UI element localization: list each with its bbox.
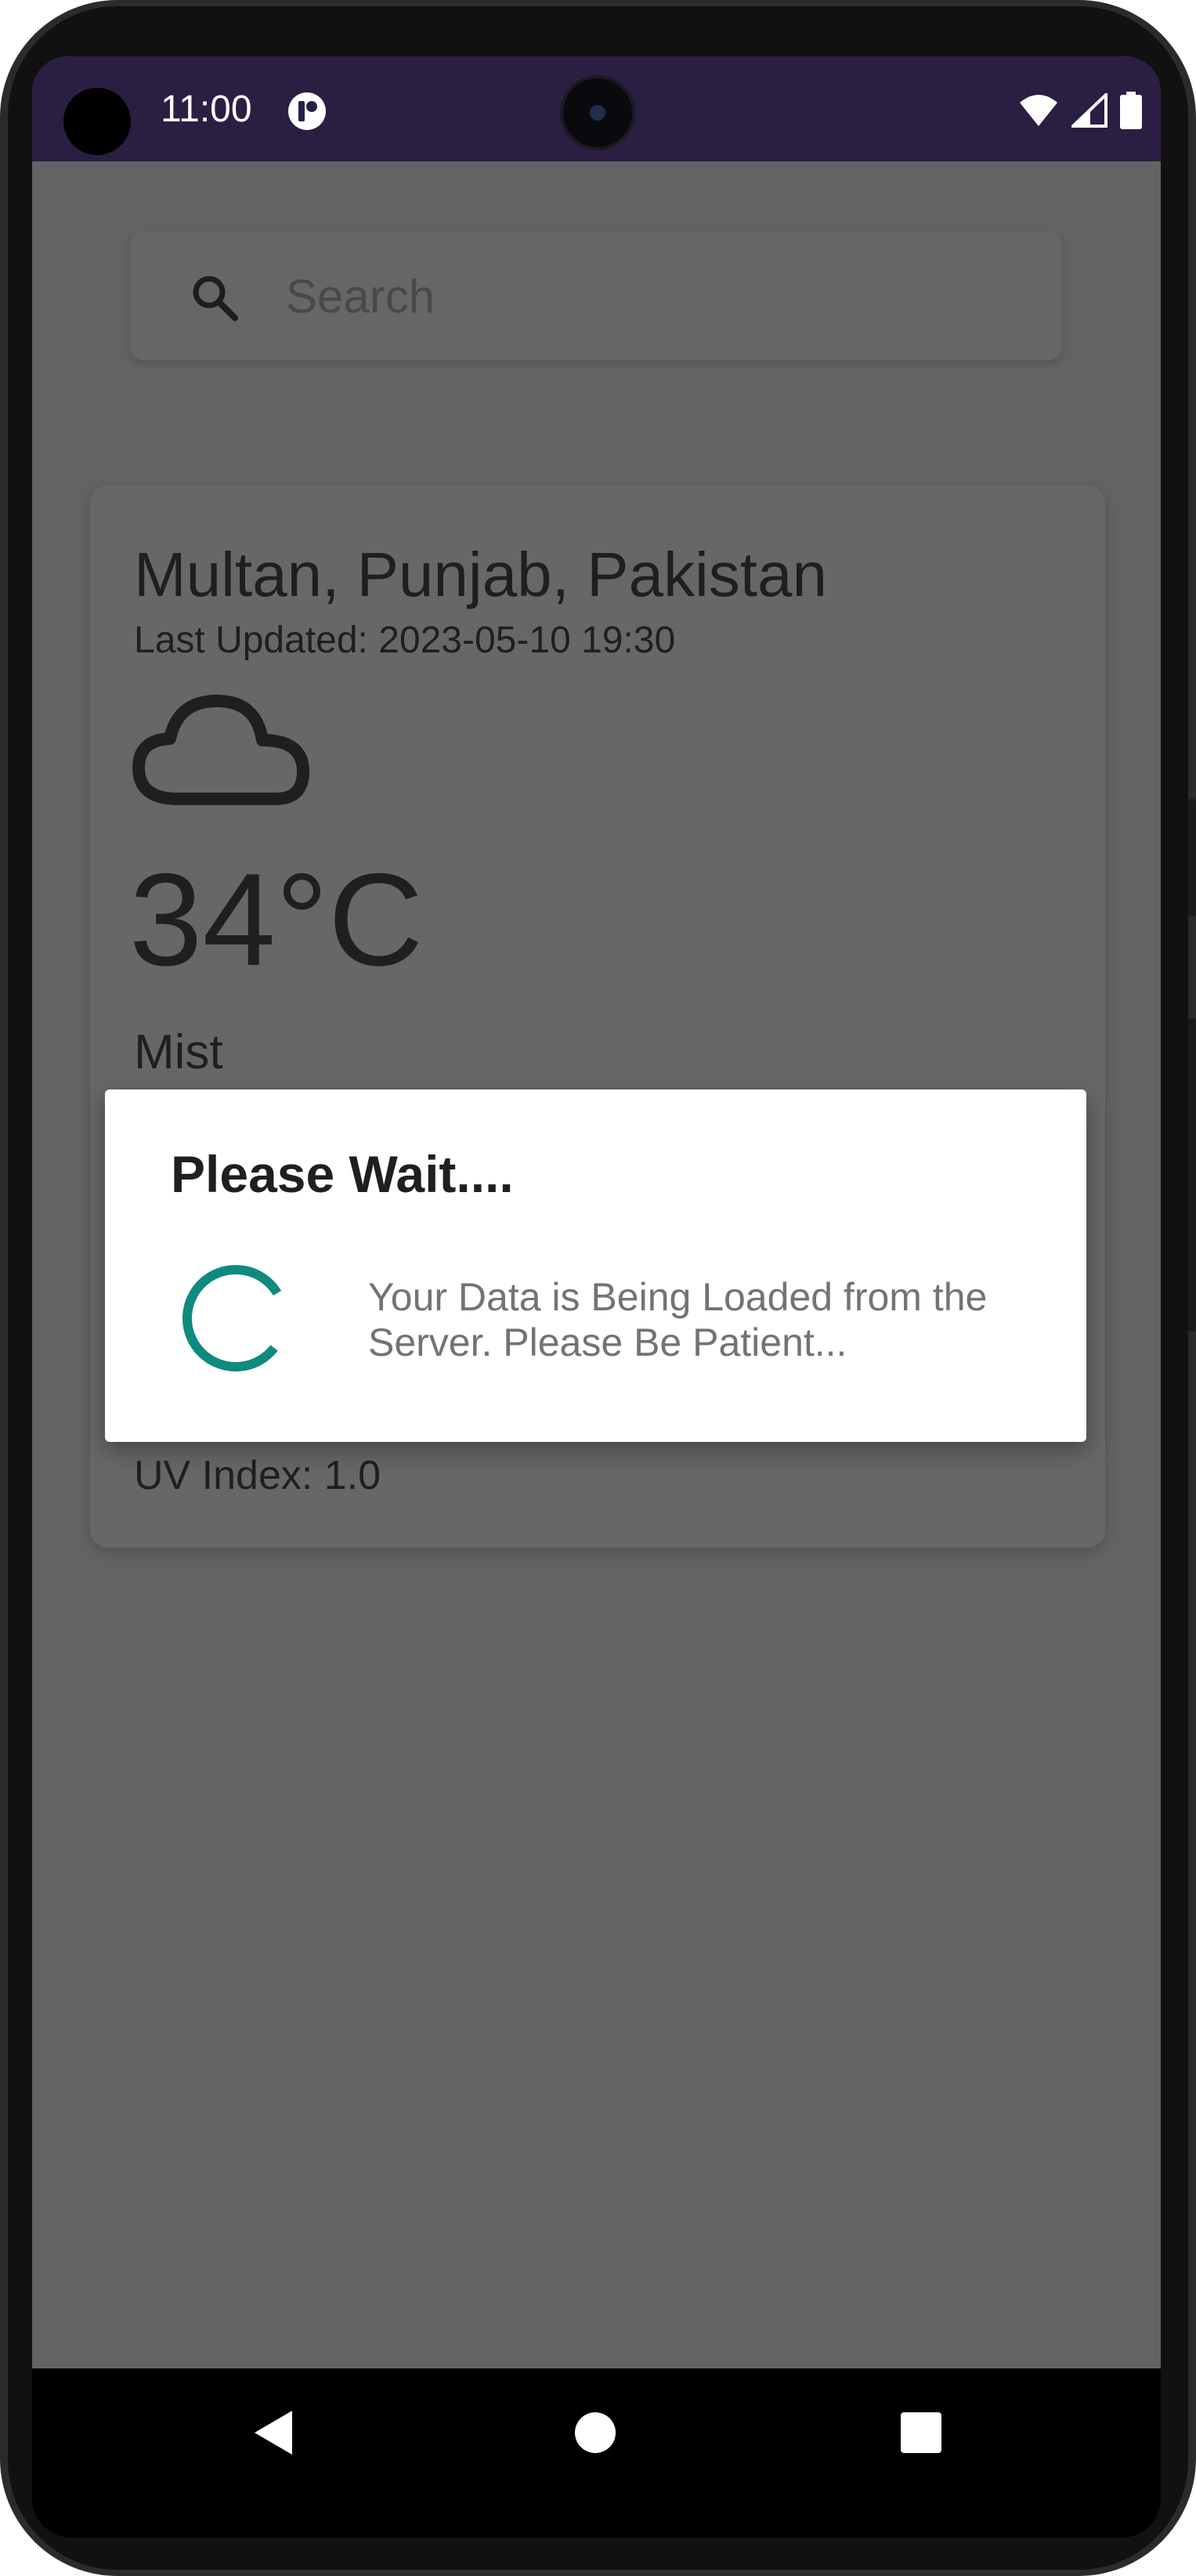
loading-spinner (182, 1265, 282, 1372)
loading-dialog: Please Wait.... Your Data is Being Loade… (105, 1089, 1086, 1442)
uv-index: UV Index: 1.0 (134, 1453, 381, 1498)
front-camera (563, 78, 632, 147)
navigation-bar (32, 2368, 1161, 2498)
home-button[interactable] (567, 2404, 623, 2461)
bottom-bezel (32, 2498, 1161, 2538)
volume-button (1188, 799, 1196, 916)
search-icon (193, 276, 238, 321)
weather-condition: Mist (134, 1025, 223, 1079)
last-updated: Last Updated: 2023-05-10 19:30 (134, 620, 676, 661)
power-button (1188, 1018, 1196, 1331)
recents-button[interactable] (893, 2404, 949, 2461)
status-time: 11:00 (161, 89, 252, 130)
dialog-title: Please Wait.... (171, 1145, 514, 1203)
notification-app-icon (288, 92, 326, 130)
search-bar[interactable] (130, 232, 1062, 360)
search-input[interactable] (284, 260, 992, 332)
signal-icon (1071, 93, 1107, 128)
wifi-icon (1020, 95, 1057, 126)
camera-cutout (63, 88, 131, 155)
status-icons (1018, 91, 1142, 130)
temperature: 34°C (129, 846, 424, 993)
recents-icon (901, 2412, 941, 2453)
back-button[interactable] (245, 2404, 302, 2461)
home-icon (575, 2412, 616, 2453)
cloud-icon (132, 695, 309, 805)
dialog-message: Your Data is Being Loaded from the Serve… (368, 1275, 988, 1364)
location-title: Multan, Punjab, Pakistan (134, 540, 827, 609)
back-icon (255, 2411, 292, 2455)
status-bar: 11:00 (32, 56, 1161, 161)
battery-icon (1120, 92, 1142, 129)
screen: 11:00 Multan, (32, 56, 1161, 2498)
